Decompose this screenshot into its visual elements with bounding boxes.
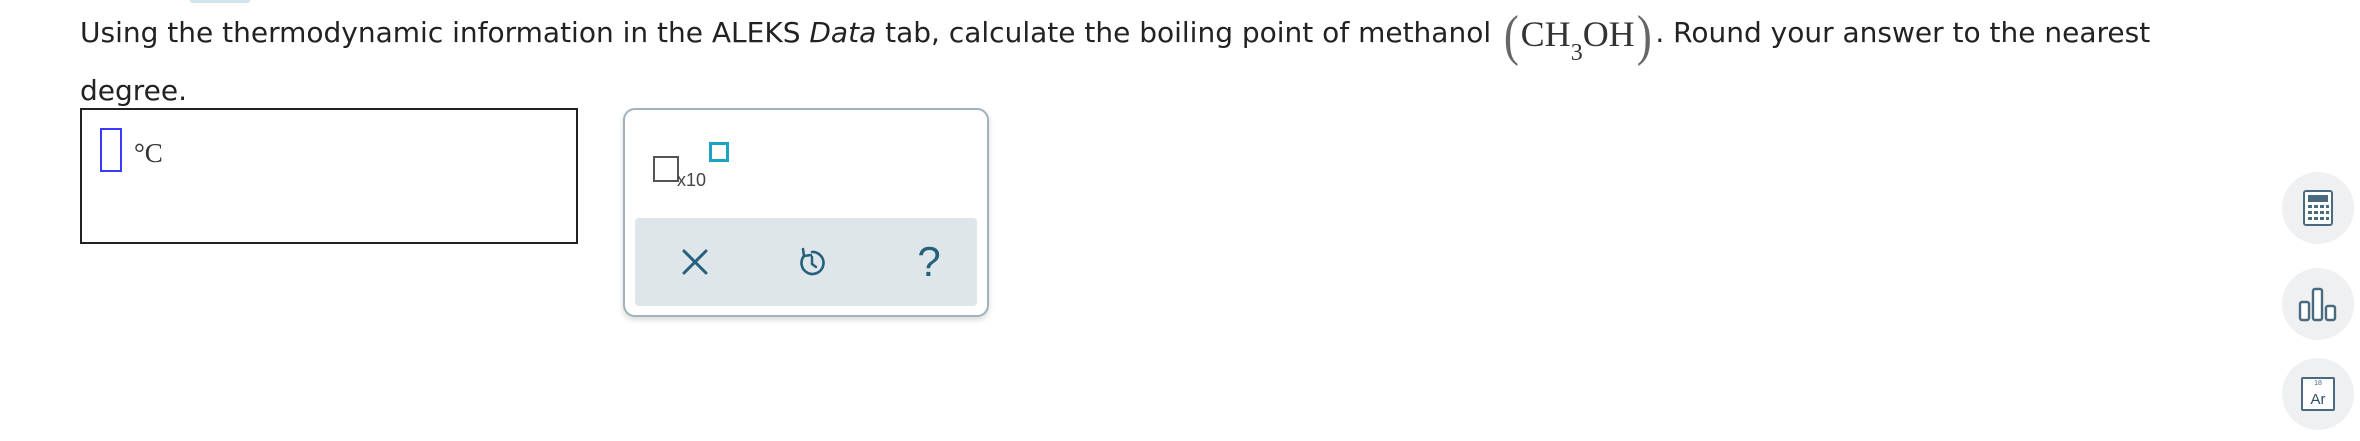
methanol-formula: (CH3OH)	[1502, 5, 1653, 67]
data-tab-reference: Data	[809, 16, 877, 49]
periodic-table-atomic-number: 18	[2314, 380, 2322, 387]
data-tool-button[interactable]	[2282, 268, 2354, 340]
mantissa-placeholder	[653, 156, 679, 182]
question-text-part2: tab, calculate the boiling point of meth…	[876, 16, 1501, 49]
exponent-placeholder	[709, 142, 729, 162]
question-text-part1: Using the thermodynamic information in t…	[80, 16, 810, 49]
answer-input-box[interactable]: °C	[80, 108, 578, 244]
math-input-palette: x10 ?	[623, 108, 989, 317]
periodic-table-symbol: Ar	[2310, 391, 2326, 408]
help-icon: ?	[917, 238, 941, 285]
undo-button[interactable]	[782, 232, 842, 292]
times-ten-label: x10	[677, 170, 707, 190]
formula-close-paren: )	[1636, 5, 1652, 67]
formula-ch: CH	[1520, 14, 1571, 54]
periodic-table-icon: 18 Ar	[2301, 377, 2335, 411]
top-tab-indicator	[190, 0, 250, 3]
calculator-icon	[2303, 190, 2333, 226]
bar-chart-icon	[2298, 287, 2337, 322]
formula-oh: OH	[1582, 14, 1635, 54]
answer-unit-label: °C	[134, 138, 163, 168]
calculator-tool-button[interactable]	[2282, 172, 2354, 244]
undo-icon	[800, 247, 825, 276]
clear-button[interactable]	[665, 232, 725, 292]
formula-subscript: 3	[1570, 40, 1583, 66]
scientific-notation-button[interactable]: x10	[653, 142, 743, 204]
answer-input-cursor[interactable]	[100, 128, 122, 172]
help-button[interactable]: ?	[899, 232, 959, 292]
periodic-table-tool-button[interactable]: 18 Ar	[2282, 358, 2354, 430]
close-icon	[682, 249, 708, 275]
question-text: Using the thermodynamic information in t…	[80, 6, 2210, 118]
formula-open-paren: (	[1503, 5, 1519, 67]
palette-action-bar: ?	[635, 218, 977, 306]
